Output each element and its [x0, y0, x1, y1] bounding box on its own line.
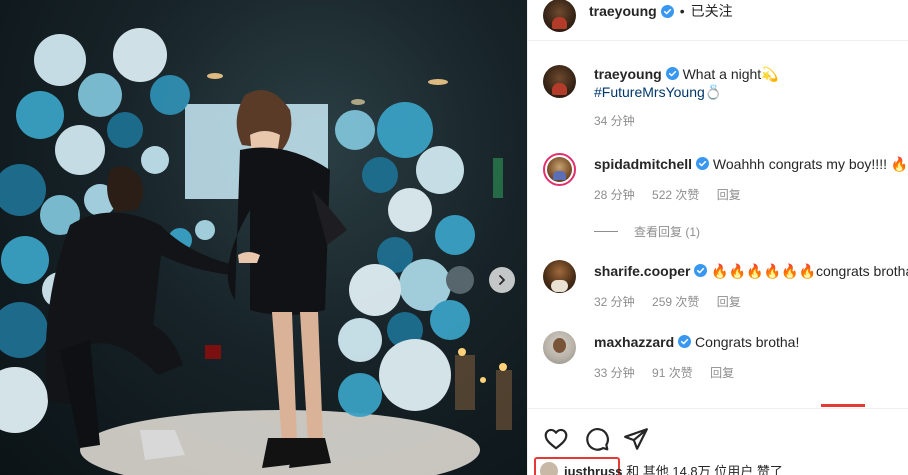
- comment-likes[interactable]: 91 次赞: [652, 366, 693, 380]
- view-replies-button[interactable]: 查看回复 (1): [594, 223, 700, 240]
- comment-time[interactable]: 33 分钟: [594, 366, 635, 380]
- follow-status-button[interactable]: 已关注: [691, 1, 733, 21]
- comment-icon[interactable]: [584, 426, 610, 452]
- reply-button[interactable]: 回复: [717, 188, 741, 202]
- verified-badge-icon: [678, 335, 692, 348]
- comment-likes[interactable]: 522 次赞: [652, 188, 699, 202]
- clipped-comment-highlight: [821, 404, 865, 407]
- comment-time[interactable]: 32 分钟: [594, 295, 635, 309]
- liked-by-text[interactable]: 和 其他 14.8万 位用户 赞了: [626, 464, 783, 475]
- comment-username[interactable]: traeyoung: [594, 66, 662, 82]
- comment-text: 🔥🔥🔥🔥🔥🔥congrats brotha !: [711, 263, 908, 279]
- reply-button[interactable]: 回复: [717, 295, 741, 309]
- comment-username[interactable]: spidadmitchell: [594, 156, 692, 172]
- verified-badge-icon: [696, 157, 710, 170]
- dizzy-emoji: 💫: [761, 66, 779, 82]
- view-replies-label: 查看回复 (1): [634, 225, 701, 239]
- hashtag-link[interactable]: #FutureMrsYoung: [594, 84, 705, 100]
- avatar[interactable]: [543, 260, 576, 293]
- caption-text: What a night: [682, 66, 762, 82]
- next-photo-button[interactable]: [489, 267, 515, 293]
- avatar[interactable]: [540, 462, 558, 475]
- post-photo[interactable]: [0, 0, 527, 475]
- header-username[interactable]: traeyoung: [589, 3, 657, 19]
- comments-list[interactable]: traeyoung What a night💫 #FutureMrsYoung💍…: [528, 42, 908, 408]
- chevron-right-icon: [499, 275, 505, 285]
- separator-dot: •: [679, 3, 685, 19]
- heart-icon[interactable]: [543, 426, 569, 452]
- avatar[interactable]: [543, 0, 576, 32]
- verified-badge-icon: [660, 4, 674, 18]
- share-icon[interactable]: [623, 426, 649, 452]
- comment-time[interactable]: 28 分钟: [594, 188, 635, 202]
- comment-time[interactable]: 34 分钟: [594, 114, 635, 128]
- verified-badge-icon: [694, 264, 708, 277]
- proposal-photo-image: [0, 28, 512, 475]
- ring-emoji: 💍: [704, 84, 723, 100]
- liked-by-row: justhruss 和 其他 14.8万 位用户 赞了: [536, 461, 906, 475]
- comment-username[interactable]: maxhazzard: [594, 334, 674, 350]
- comment-text: Congrats brotha!: [695, 334, 800, 350]
- avatar[interactable]: [543, 65, 576, 98]
- divider-line: [594, 231, 618, 232]
- verified-badge-icon: [665, 67, 679, 80]
- post-side-panel: traeyoung • 已关注 traeyoung What a night💫 …: [527, 0, 908, 475]
- comment-username[interactable]: sharife.cooper: [594, 263, 690, 279]
- liked-by-username[interactable]: justhruss: [564, 464, 623, 475]
- post-header: traeyoung • 已关注: [528, 0, 908, 41]
- comment-text: Woahhh congrats my boy!!!! 🔥: [712, 156, 908, 172]
- reply-button[interactable]: 回复: [710, 366, 734, 380]
- avatar[interactable]: [543, 153, 576, 186]
- post-actions-bar: justhruss 和 其他 14.8万 位用户 赞了: [528, 408, 908, 475]
- comment-likes[interactable]: 259 次赞: [652, 295, 699, 309]
- avatar[interactable]: [543, 331, 576, 364]
